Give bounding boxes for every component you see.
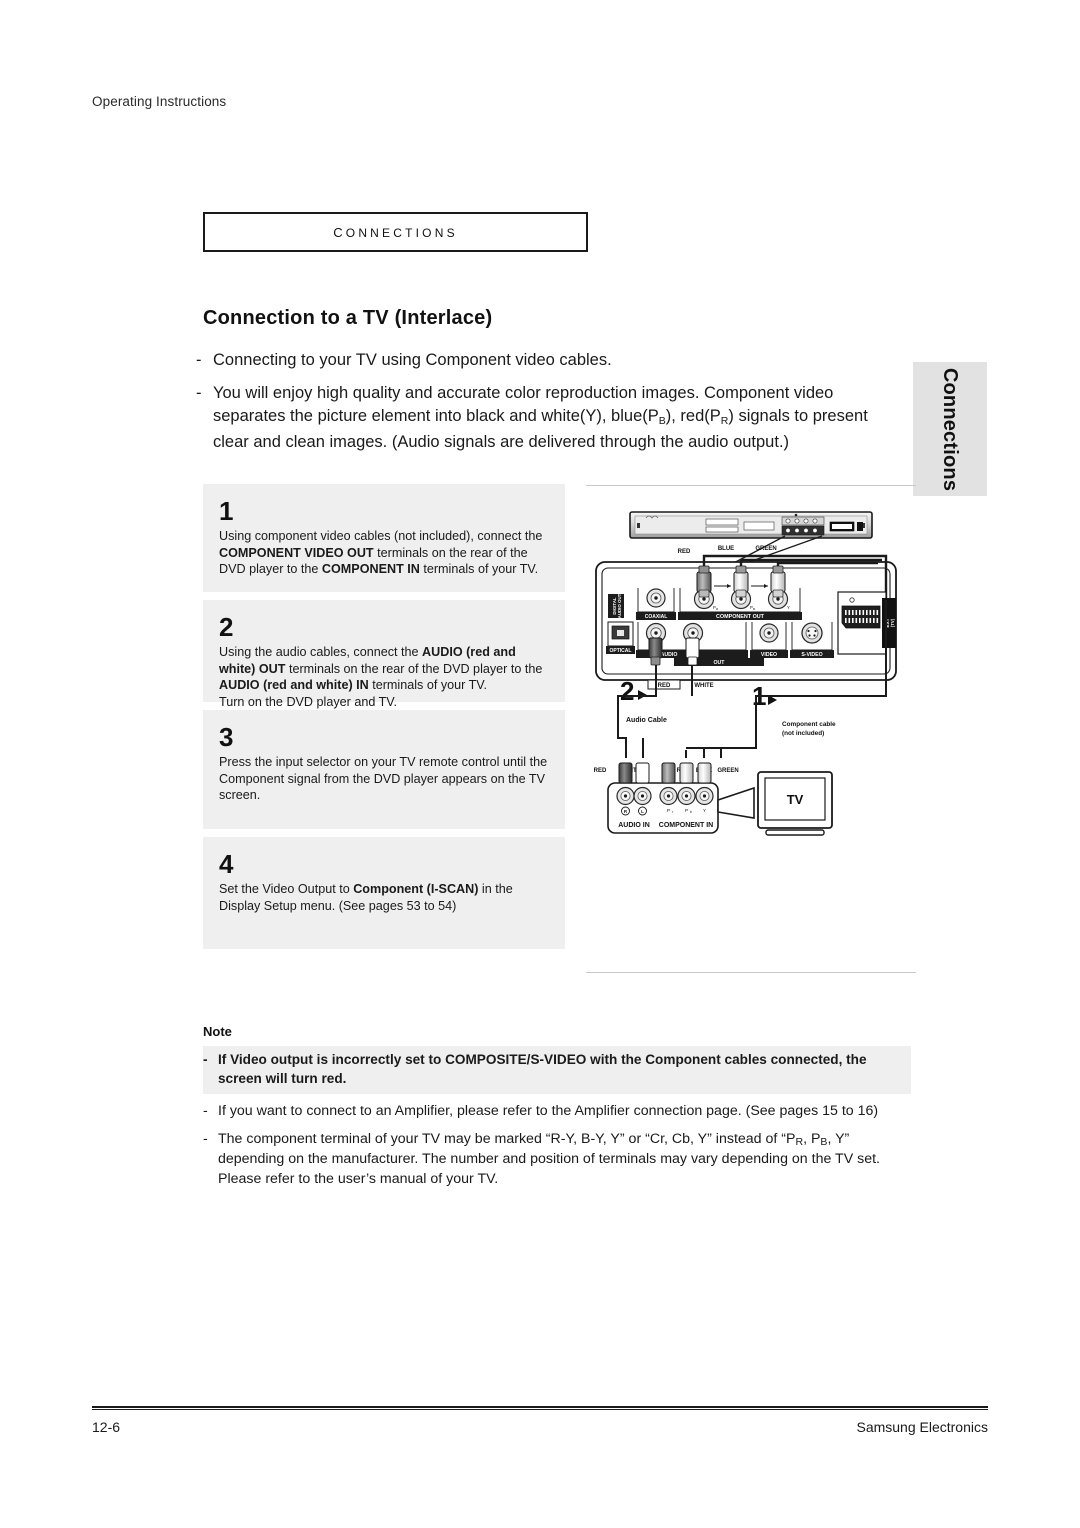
svg-text:P: P [667, 808, 670, 813]
svg-text:VIDEO: VIDEO [761, 652, 777, 658]
svg-text:RED: RED [658, 683, 671, 689]
step-body: Set the Video Output to Component (I-SCA… [219, 882, 513, 913]
svg-text:OPTICAL: OPTICAL [610, 648, 632, 654]
svg-text:(not included): (not included) [782, 730, 824, 737]
intro-bullet-text: Connecting to your TV using Component vi… [213, 351, 612, 369]
svg-text:b: b [690, 810, 692, 814]
intro-bullet: - Connecting to your TV using Component v… [196, 349, 908, 373]
intro-bullet: - You will enjoy high quality and accurat… [196, 382, 908, 455]
steps-column: 1 Using component video cables (not inclu… [203, 484, 565, 957]
svg-text:GREEN: GREEN [755, 546, 776, 552]
svg-text:P: P [685, 808, 688, 813]
svg-text:GREEN: GREEN [717, 768, 738, 774]
side-tab-connections: Connections [913, 362, 987, 496]
dvd-player-rear-unit [629, 511, 873, 539]
svg-text:2: 2 [620, 676, 634, 706]
note-dash: - [203, 1103, 208, 1119]
intro-bullet-text: You will enjoy high quality and accurate… [213, 383, 868, 451]
connection-diagram: DIGITAL AUDIO OUT OPTICAL COAXIAL COMPON… [586, 500, 916, 970]
note-dash: - [203, 1052, 208, 1067]
note-item: - The component terminal of your TV may b… [203, 1130, 911, 1190]
bullet-dash: - [196, 383, 202, 402]
note-item-text: If Video output is incorrectly set to CO… [218, 1052, 867, 1086]
svg-text:Audio Cable: Audio Cable [626, 717, 667, 724]
intro-bullets: - Connecting to your TV using Component v… [196, 349, 908, 463]
diagram-rule-top [586, 485, 916, 486]
side-tab-label: Connections [939, 367, 962, 491]
tv-illustration: TV [757, 771, 833, 836]
svg-text:Y: Y [787, 605, 790, 610]
svg-text:AUDIO IN: AUDIO IN [618, 822, 650, 829]
svg-text:Component cable: Component cable [782, 721, 836, 728]
svg-text:COAXIAL: COAXIAL [645, 614, 668, 620]
diagram-column: DIGITAL AUDIO OUT OPTICAL COAXIAL COMPON… [586, 480, 916, 980]
step-2: 2 Using the audio cables, connect the AUD… [203, 600, 565, 709]
svg-text:AUDIO OUT: AUDIO OUT [617, 593, 622, 618]
diagram-rule-bottom [586, 972, 916, 973]
footer-divider [92, 1406, 988, 1410]
note-item: - If Video output is incorrectly set to C… [203, 1051, 905, 1088]
step-number: 3 [219, 722, 234, 752]
step-number: 2 [219, 612, 234, 642]
section-title-box: Connections [203, 212, 588, 252]
note-item: - If you want to connect to an Amplifier,… [203, 1102, 911, 1122]
svg-text:WHITE: WHITE [694, 683, 713, 689]
note-block: - If you want to connect to an Amplifier,… [203, 1102, 911, 1122]
step-body: Using component video cables (not includ… [219, 529, 543, 577]
footer-company: Samsung Electronics [856, 1419, 988, 1435]
svg-text:TV: TV [787, 792, 804, 807]
svg-text:S-VIDEO: S-VIDEO [801, 652, 822, 658]
svg-text:B: B [753, 607, 755, 611]
step-3: 3 Press the input selector on your TV rem… [203, 710, 565, 829]
note-title: Note [203, 1024, 232, 1039]
step-body: Using the audio cables, connect the AUDI… [219, 645, 543, 709]
note-block: - The component terminal of your TV may b… [203, 1130, 911, 1190]
dvd-rear-panel-detail: DIGITAL AUDIO OUT OPTICAL COAXIAL COMPON… [595, 546, 897, 681]
svg-text:AUDIO: AUDIO [661, 652, 678, 658]
running-head: Operating Instructions [92, 94, 227, 109]
bullet-dash: - [196, 351, 202, 369]
svg-text:(TV): (TV) [890, 618, 895, 627]
svg-text:RED: RED [678, 549, 691, 555]
step-number: 4 [219, 849, 234, 879]
section-title-label: Connections [333, 221, 458, 242]
step-1: 1 Using component video cables (not inclu… [203, 484, 565, 592]
note-item-text: The component terminal of your TV may be… [218, 1130, 880, 1187]
step-body: Press the input selector on your TV remo… [219, 755, 548, 803]
note-section: Note - If Video output is incorrectly set… [203, 1024, 911, 1189]
note-highlight-block: - If Video output is incorrectly set to C… [203, 1046, 911, 1094]
svg-text:OUT: OUT [714, 660, 726, 666]
step-4: 4 Set the Video Output to Component (I-SC… [203, 837, 565, 949]
footer-page-number: 12-6 [92, 1419, 121, 1435]
svg-text:RED: RED [594, 768, 607, 774]
note-item-text: If you want to connect to an Amplifier, … [218, 1103, 879, 1119]
svg-text:L: L [641, 809, 644, 814]
svg-text:COMPONENT IN: COMPONENT IN [659, 822, 713, 829]
svg-text:Y: Y [703, 808, 706, 813]
note-dash: - [203, 1130, 208, 1147]
step-number: 1 [219, 496, 234, 526]
svg-text:COMPONENT OUT: COMPONENT OUT [716, 614, 765, 620]
svg-text:BLUE: BLUE [718, 546, 734, 552]
page-title: Connection to a TV (Interlace) [203, 307, 493, 329]
